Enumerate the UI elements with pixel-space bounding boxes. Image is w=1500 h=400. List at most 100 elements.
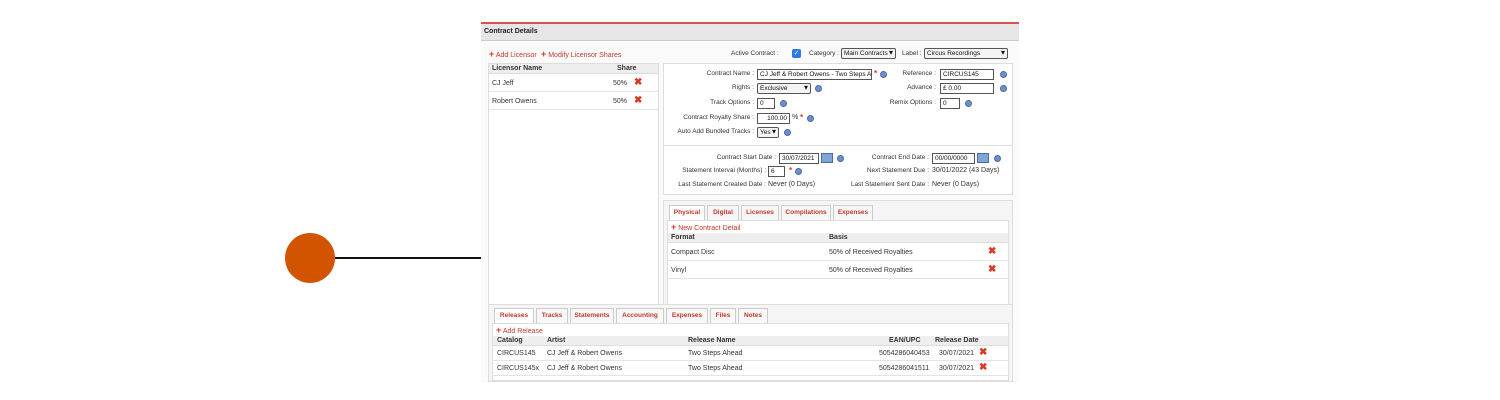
delete-icon[interactable]: ✖ bbox=[988, 265, 996, 275]
tab-tracks[interactable]: Tracks bbox=[536, 308, 568, 323]
delete-icon[interactable]: ✖ bbox=[979, 363, 987, 373]
detail-table-header: Format Basis bbox=[668, 233, 1008, 243]
detail-basis: 50% of Received Royalties bbox=[829, 249, 913, 256]
remix-options-input[interactable]: 0 bbox=[940, 98, 960, 109]
tab-compilations[interactable]: Compilations bbox=[781, 205, 831, 220]
licensor-name: Robert Owens bbox=[492, 98, 537, 105]
help-icon[interactable] bbox=[1000, 85, 1007, 92]
detail-format: Vinyl bbox=[671, 267, 687, 274]
auto-add-label: Auto Add Bundled Tracks : bbox=[677, 128, 754, 135]
help-icon[interactable] bbox=[815, 85, 822, 92]
calendar-icon[interactable] bbox=[977, 153, 989, 163]
release-date: 30/07/2021 bbox=[939, 350, 975, 357]
tab-licenses[interactable]: Licenses bbox=[741, 205, 779, 220]
track-options-label: Track Options : bbox=[710, 99, 754, 106]
release-catalog: CIRCUS145x bbox=[497, 365, 540, 372]
help-icon[interactable] bbox=[780, 100, 787, 107]
licensor-share: 50% bbox=[613, 80, 628, 87]
col-release-date: Release Date bbox=[935, 337, 979, 344]
licensor-row: Robert Owens 50% ✖ bbox=[489, 92, 658, 110]
help-icon[interactable] bbox=[795, 168, 802, 175]
start-date-input[interactable]: 30/07/2021 bbox=[779, 153, 819, 164]
new-contract-detail-link[interactable]: + New Contract Detail bbox=[671, 222, 740, 232]
required-icon: * bbox=[874, 69, 878, 78]
help-icon[interactable] bbox=[965, 100, 972, 107]
reference-input[interactable]: CIRCUS145 bbox=[940, 69, 994, 80]
licensor-table-header: Licensor Name Share bbox=[489, 64, 658, 74]
release-ean: 5054286040453 bbox=[879, 350, 930, 357]
start-date-label: Contract Start Date : bbox=[716, 154, 776, 161]
last-created-value: Never (0 Days) bbox=[768, 181, 816, 188]
release-artist: CJ Jeff & Robert Owens bbox=[547, 350, 622, 357]
releases-content: + Add Release Catalog Artist Release Nam… bbox=[492, 323, 1009, 381]
help-icon[interactable] bbox=[837, 155, 844, 162]
delete-icon[interactable]: ✖ bbox=[979, 348, 987, 358]
end-date-input[interactable]: 00/00/0000 bbox=[932, 153, 975, 164]
interval-input[interactable]: 6 bbox=[768, 166, 785, 177]
release-date: 30/07/2021 bbox=[939, 365, 975, 372]
help-icon[interactable] bbox=[994, 155, 1001, 162]
royalty-share-input[interactable]: 100.00 bbox=[757, 113, 790, 124]
add-icon: + bbox=[496, 325, 502, 335]
label-select[interactable]: Circus Recordings bbox=[924, 48, 1008, 59]
release-artist: CJ Jeff & Robert Owens bbox=[547, 365, 622, 372]
category-label: Category : bbox=[809, 50, 839, 57]
track-options-input[interactable]: 0 bbox=[757, 98, 775, 109]
end-date-label: Contract End Date : bbox=[871, 154, 929, 161]
advance-input[interactable]: £ 0.00 bbox=[940, 83, 994, 94]
add-icon: + bbox=[671, 222, 677, 232]
tab-files[interactable]: Files bbox=[710, 308, 736, 323]
contract-dates-panel: Contract Start Date : 30/07/2021 Contrac… bbox=[663, 145, 1013, 195]
active-contract-label: Active Contract : bbox=[731, 50, 779, 57]
auto-add-select[interactable]: Yes bbox=[757, 127, 779, 138]
last-sent-value: Never (0 Days) bbox=[932, 181, 980, 188]
col-ean: EAN/UPC bbox=[889, 337, 921, 344]
release-name: Two Steps Ahead bbox=[688, 365, 743, 372]
rights-label: Rights : bbox=[731, 84, 754, 91]
release-name: Two Steps Ahead bbox=[688, 350, 743, 357]
detail-basis: 50% of Received Royalties bbox=[829, 267, 913, 274]
licensor-table: Licensor Name Share CJ Jeff 50% ✖ Robert… bbox=[488, 63, 659, 317]
help-icon[interactable] bbox=[784, 129, 791, 136]
add-release-link[interactable]: + Add Release bbox=[496, 325, 543, 335]
royalty-share-label: Contract Royalty Share : bbox=[683, 114, 754, 121]
delete-icon[interactable]: ✖ bbox=[988, 247, 996, 257]
delete-icon[interactable]: ✖ bbox=[634, 78, 642, 88]
tab-notes[interactable]: Notes bbox=[738, 308, 768, 323]
page-title: Contract Details bbox=[481, 24, 1019, 41]
help-icon[interactable] bbox=[807, 115, 814, 122]
col-release-name: Release Name bbox=[688, 337, 736, 344]
remix-options-label: Remix Options : bbox=[889, 99, 936, 106]
detail-format: Compact Disc bbox=[671, 249, 715, 256]
tab-release-expenses[interactable]: Expenses bbox=[666, 308, 708, 323]
active-contract-checkbox[interactable]: ✓ bbox=[792, 49, 801, 58]
tab-releases[interactable]: Releases bbox=[494, 308, 534, 323]
rights-select[interactable]: Exclusive bbox=[757, 83, 811, 94]
tab-statements[interactable]: Statements bbox=[570, 308, 614, 323]
contract-name-input[interactable]: CJ Jeff & Robert Owens - Two Steps Al bbox=[757, 69, 872, 80]
col-licensor-name: Licensor Name bbox=[492, 65, 543, 72]
add-licensor-link[interactable]: + Add Licensor bbox=[489, 49, 537, 59]
contract-name-label: Contract Name : bbox=[706, 70, 754, 77]
add-icon: + bbox=[541, 49, 547, 59]
col-artist: Artist bbox=[547, 337, 566, 344]
delete-icon[interactable]: ✖ bbox=[634, 96, 642, 106]
release-catalog: CIRCUS145 bbox=[497, 350, 536, 357]
modify-licensor-shares-link[interactable]: + Modify Licensor Shares bbox=[541, 49, 621, 59]
required-icon: * bbox=[789, 166, 793, 175]
last-created-label: Last Statement Created Date : bbox=[678, 181, 766, 188]
help-icon[interactable] bbox=[1000, 71, 1007, 78]
category-select[interactable]: Main Contracts bbox=[841, 48, 896, 59]
detail-row: Vinyl 50% of Received Royalties ✖ bbox=[668, 261, 1008, 279]
label-label: Label : bbox=[902, 50, 922, 57]
releases-panel: Releases Tracks Statements Accounting Ex… bbox=[488, 304, 1013, 382]
contract-details-window: Contract Details + Add Licensor + Modify… bbox=[481, 22, 1019, 382]
tab-accounting[interactable]: Accounting bbox=[616, 308, 664, 323]
calendar-icon[interactable] bbox=[821, 153, 833, 163]
col-basis: Basis bbox=[829, 234, 848, 241]
tab-physical[interactable]: Physical bbox=[669, 205, 705, 220]
tab-digital[interactable]: Digital bbox=[707, 205, 739, 220]
tab-expenses[interactable]: Expenses bbox=[833, 205, 873, 220]
release-ean: 5054286041511 bbox=[879, 365, 930, 372]
add-icon: + bbox=[489, 49, 495, 59]
